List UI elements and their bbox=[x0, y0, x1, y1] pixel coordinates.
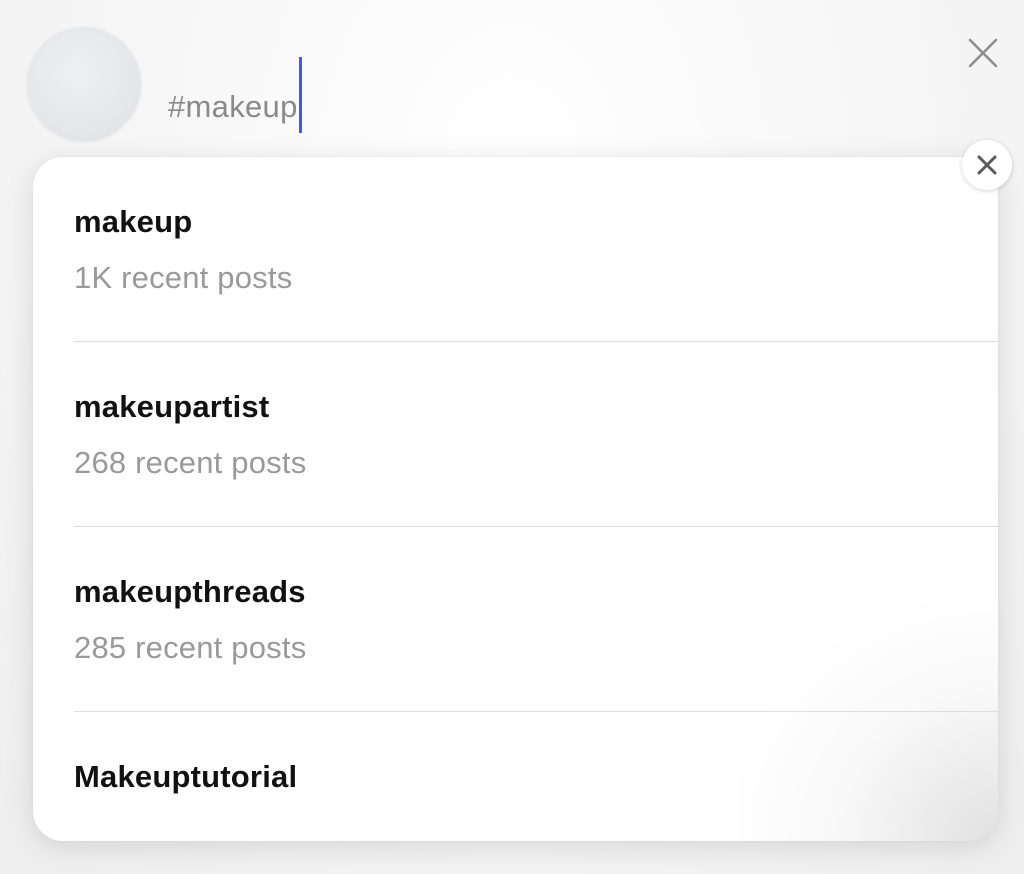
suggestion-post-count: 1K recent posts bbox=[74, 260, 293, 295]
suggestion-post-count: 285 recent posts bbox=[74, 630, 307, 665]
suggestion-post-count: 268 recent posts bbox=[74, 445, 307, 480]
suggestion-item-makeupartist[interactable]: makeupartist 268 recent posts bbox=[33, 342, 998, 527]
compose-text-input[interactable]: #makeup bbox=[168, 57, 302, 133]
suggestion-name: makeupthreads bbox=[74, 574, 306, 609]
close-circle-icon[interactable] bbox=[962, 140, 1012, 190]
close-icon[interactable] bbox=[964, 34, 1002, 72]
suggestion-name: makeupartist bbox=[74, 389, 270, 424]
suggestion-item-makeup[interactable]: makeup 1K recent posts bbox=[33, 157, 998, 342]
hashtag-suggestions-dropdown: makeup 1K recent posts makeupartist 268 … bbox=[33, 157, 998, 841]
suggestion-name: makeup bbox=[74, 204, 193, 239]
compose-input-text: #makeup bbox=[168, 89, 298, 124]
suggestion-item-makeuptutorial[interactable]: Makeuptutorial bbox=[33, 712, 998, 841]
compose-screen: #makeup makeup 1K recent posts makeupart… bbox=[0, 0, 1024, 874]
avatar bbox=[27, 27, 141, 141]
text-caret bbox=[298, 57, 302, 133]
suggestion-name: Makeuptutorial bbox=[74, 759, 298, 794]
suggestion-item-makeupthreads[interactable]: makeupthreads 285 recent posts bbox=[33, 527, 998, 712]
